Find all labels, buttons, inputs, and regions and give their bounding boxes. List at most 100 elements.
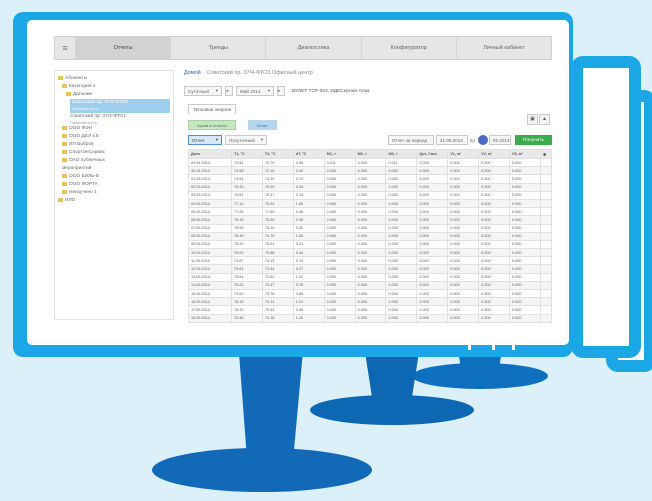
table-cell: 74.19 bbox=[261, 174, 294, 184]
table-cell: 0.000 bbox=[385, 264, 418, 274]
date-to-input[interactable]: 05.2014 bbox=[488, 135, 511, 145]
column-header[interactable]: T2, °C bbox=[261, 149, 294, 159]
table-cell: 0.000 bbox=[509, 231, 541, 241]
table-cell: 75.54 bbox=[231, 272, 263, 282]
tree-item[interactable]: Дальние bbox=[58, 91, 170, 99]
report-type-select[interactable]: Отчет ▾ bbox=[188, 135, 222, 145]
tab-account[interactable]: Личный кабинет bbox=[455, 37, 551, 59]
tree-item[interactable]: ООО ФЭН bbox=[58, 125, 170, 133]
folder-icon bbox=[62, 173, 67, 178]
table-cell: 76.01 bbox=[261, 239, 294, 250]
table-cell: 03.05.2014 bbox=[188, 190, 232, 200]
column-header[interactable]: M3, т bbox=[385, 149, 418, 159]
column-header[interactable]: M2, т bbox=[354, 149, 387, 159]
print-icon[interactable]: ▣ bbox=[527, 114, 538, 125]
table-cell: 0.000 bbox=[416, 239, 449, 250]
tree-item[interactable]: СпортЭнСервис bbox=[58, 149, 170, 157]
table-row[interactable]: 14.05.2014 75.22 74.47 0.75 0.000 0.000 0.000 0… bbox=[188, 280, 552, 291]
tree-item[interactable]: Абоненты bbox=[58, 75, 170, 83]
table-cell: 0.000 bbox=[509, 272, 541, 282]
table-cell: 0.72 bbox=[292, 174, 325, 184]
column-header[interactable]: V1, м³ bbox=[447, 149, 480, 159]
column-header[interactable]: V2, м³ bbox=[478, 149, 511, 159]
column-header[interactable]: Qот, Гкал bbox=[416, 149, 449, 159]
archive-chip[interactable]: Архив в отчетах bbox=[188, 120, 236, 130]
upload-icon[interactable]: ▲ bbox=[539, 114, 550, 125]
table-cell: 0.000 bbox=[509, 305, 541, 315]
tree-item[interactable]: ООО ФОРТА bbox=[58, 181, 170, 189]
table-row[interactable]: 17.05.2014 76.49 75.54 0.95 0.000 0.000 0.000 0… bbox=[188, 305, 552, 315]
table-row[interactable]: 01.05.2014 74.91 74.19 0.72 0.000 0.000 0.000 0… bbox=[188, 174, 552, 184]
table-cell: 0.000 bbox=[323, 313, 356, 323]
table-row[interactable]: 29.04.2014 72.84 72.79 0.05 0.011 0.000 0.011 0… bbox=[188, 157, 552, 168]
build-report-button[interactable]: Получить bbox=[514, 135, 552, 145]
table-row[interactable]: 02.05.2014 75.43 75.09 0.34 0.000 0.000 0.000 0… bbox=[188, 182, 552, 192]
table-cell: 77.95 bbox=[231, 207, 263, 217]
table-row[interactable]: 09.05.2014 76.22 76.01 0.21 0.000 0.000 0.000 0… bbox=[188, 239, 552, 250]
table-cell: 01.05.2014 bbox=[188, 174, 232, 184]
tree-item[interactable]: Категория 1 bbox=[58, 83, 170, 91]
table-cell: 0.000 bbox=[416, 231, 449, 241]
table-row[interactable]: 30.04.2014 74.58 72.16 2.42 0.000 0.000 0.000 0… bbox=[188, 166, 552, 176]
tree-item[interactable]: ООО ДЕЛ к.5 bbox=[58, 133, 170, 141]
tree-item[interactable]: Советский пр. 37/4-ФТО1 Офисный центр bbox=[58, 113, 170, 125]
table-cell: 0.000 bbox=[447, 297, 480, 307]
table-cell: 0.000 bbox=[416, 313, 449, 323]
column-header[interactable]: T1, °C bbox=[231, 149, 263, 159]
table-cell: 0.000 bbox=[323, 174, 356, 184]
table-cell: 74.87 bbox=[231, 256, 263, 266]
date-from-input[interactable]: 21.05.2014 bbox=[435, 135, 468, 145]
table-cell: 1.89 bbox=[292, 198, 325, 209]
filter-bar: Суточный ▾ ◂ Май 2014 ▾ ▸ ВУЛЕТ ТСР-024, И… bbox=[184, 86, 370, 96]
settings-icon[interactable]: ✱ bbox=[540, 149, 552, 159]
menu-icon[interactable]: ≡ bbox=[55, 43, 75, 53]
report-mode-select[interactable]: Посуточный ▾ bbox=[225, 135, 267, 145]
tab-heat-energy[interactable]: Тепловая энергия bbox=[188, 104, 237, 114]
table-row[interactable]: 03.05.2014 75.51 75.37 0.14 0.000 0.000 0.000 0… bbox=[188, 190, 552, 200]
next-month-button[interactable]: ▸ bbox=[277, 86, 285, 96]
tab-reports[interactable]: Отчеты bbox=[75, 37, 171, 59]
table-row[interactable]: 11.05.2014 74.87 74.13 0.74 0.000 0.000 0.000 0… bbox=[188, 256, 552, 266]
table-cell-empty bbox=[540, 190, 552, 200]
table-cell: 75.43 bbox=[231, 182, 263, 192]
period-select[interactable]: Суточный ▾ bbox=[184, 86, 222, 96]
column-header[interactable]: V3, м³ bbox=[509, 149, 541, 159]
tree-item-selected[interactable]: Советский пр. 37/4-ФТО3 Офисный центр bbox=[70, 99, 170, 113]
tab-configurator[interactable]: Конфигуратор bbox=[360, 37, 456, 59]
breadcrumb-home-link[interactable]: Домой bbox=[184, 70, 201, 76]
tree-item[interactable]: Неизучено 1 bbox=[58, 189, 170, 197]
table-cell: 0.000 bbox=[354, 288, 387, 299]
table-cell: 0.000 bbox=[354, 239, 387, 250]
column-header[interactable]: M1, т bbox=[323, 149, 356, 159]
table-row[interactable]: 12.05.2014 74.61 74.34 0.27 0.000 0.000 0.000 0… bbox=[188, 264, 552, 274]
report-chip[interactable]: Отчет bbox=[247, 120, 277, 130]
table-row[interactable]: 15.05.2014 74.63 73.78 0.85 0.000 0.000 0.000 0… bbox=[188, 288, 552, 299]
table-cell: 0.000 bbox=[447, 215, 480, 225]
month-select[interactable]: Май 2014 ▾ bbox=[236, 86, 274, 96]
tree-item[interactable]: ИЛО bbox=[58, 197, 170, 205]
table-row[interactable]: 04.05.2014 77.12 75.23 1.89 0.000 0.000 0.000 0… bbox=[188, 198, 552, 209]
tab-trends[interactable]: Тренды bbox=[170, 37, 265, 59]
folder-icon bbox=[62, 181, 67, 186]
folder-icon bbox=[58, 197, 63, 202]
table-row[interactable]: 16.05.2014 75.15 74.14 1.01 0.000 0.000 0.000 0… bbox=[188, 297, 552, 307]
tree-item[interactable]: ИП Бобров bbox=[58, 141, 170, 149]
table-row[interactable]: 07.05.2014 76.55 76.15 0.40 0.000 0.000 0.000 0… bbox=[188, 223, 552, 233]
table-row[interactable]: 10.05.2014 76.02 75.58 0.44 0.000 0.000 0.000 0… bbox=[188, 248, 552, 258]
column-header[interactable]: Дата bbox=[188, 149, 232, 159]
tree-item[interactable]: мероприятий bbox=[58, 165, 170, 173]
tab-diagnostics[interactable]: Диагностика bbox=[265, 37, 360, 59]
prev-month-button[interactable]: ◂ bbox=[225, 86, 233, 96]
table-row[interactable]: 05.05.2014 77.95 77.59 0.36 0.000 0.000 0.000 0… bbox=[188, 207, 552, 217]
table-cell: 0.000 bbox=[447, 288, 480, 299]
table-cell: 74.47 bbox=[261, 280, 294, 291]
table-row[interactable]: 08.05.2014 76.39 74.79 1.60 0.000 0.000 0.000 0… bbox=[188, 231, 552, 241]
table-row[interactable]: 06.05.2014 76.15 75.20 0.95 0.000 0.000 0.000 0… bbox=[188, 215, 552, 225]
chevron-down-icon: ▾ bbox=[267, 88, 270, 93]
tree-item[interactable]: ОАО публичных bbox=[58, 157, 170, 165]
table-cell: 0.000 bbox=[478, 182, 511, 192]
tree-item[interactable]: ООО БИЛЬ-Е bbox=[58, 173, 170, 181]
column-header[interactable]: dT, °C bbox=[292, 149, 325, 159]
table-row[interactable]: 18.05.2014 75.38 74.18 1.20 0.000 0.000 0.000 0… bbox=[188, 313, 552, 323]
table-row[interactable]: 13.05.2014 75.54 74.52 1.02 0.000 0.000 0.000 0… bbox=[188, 272, 552, 282]
